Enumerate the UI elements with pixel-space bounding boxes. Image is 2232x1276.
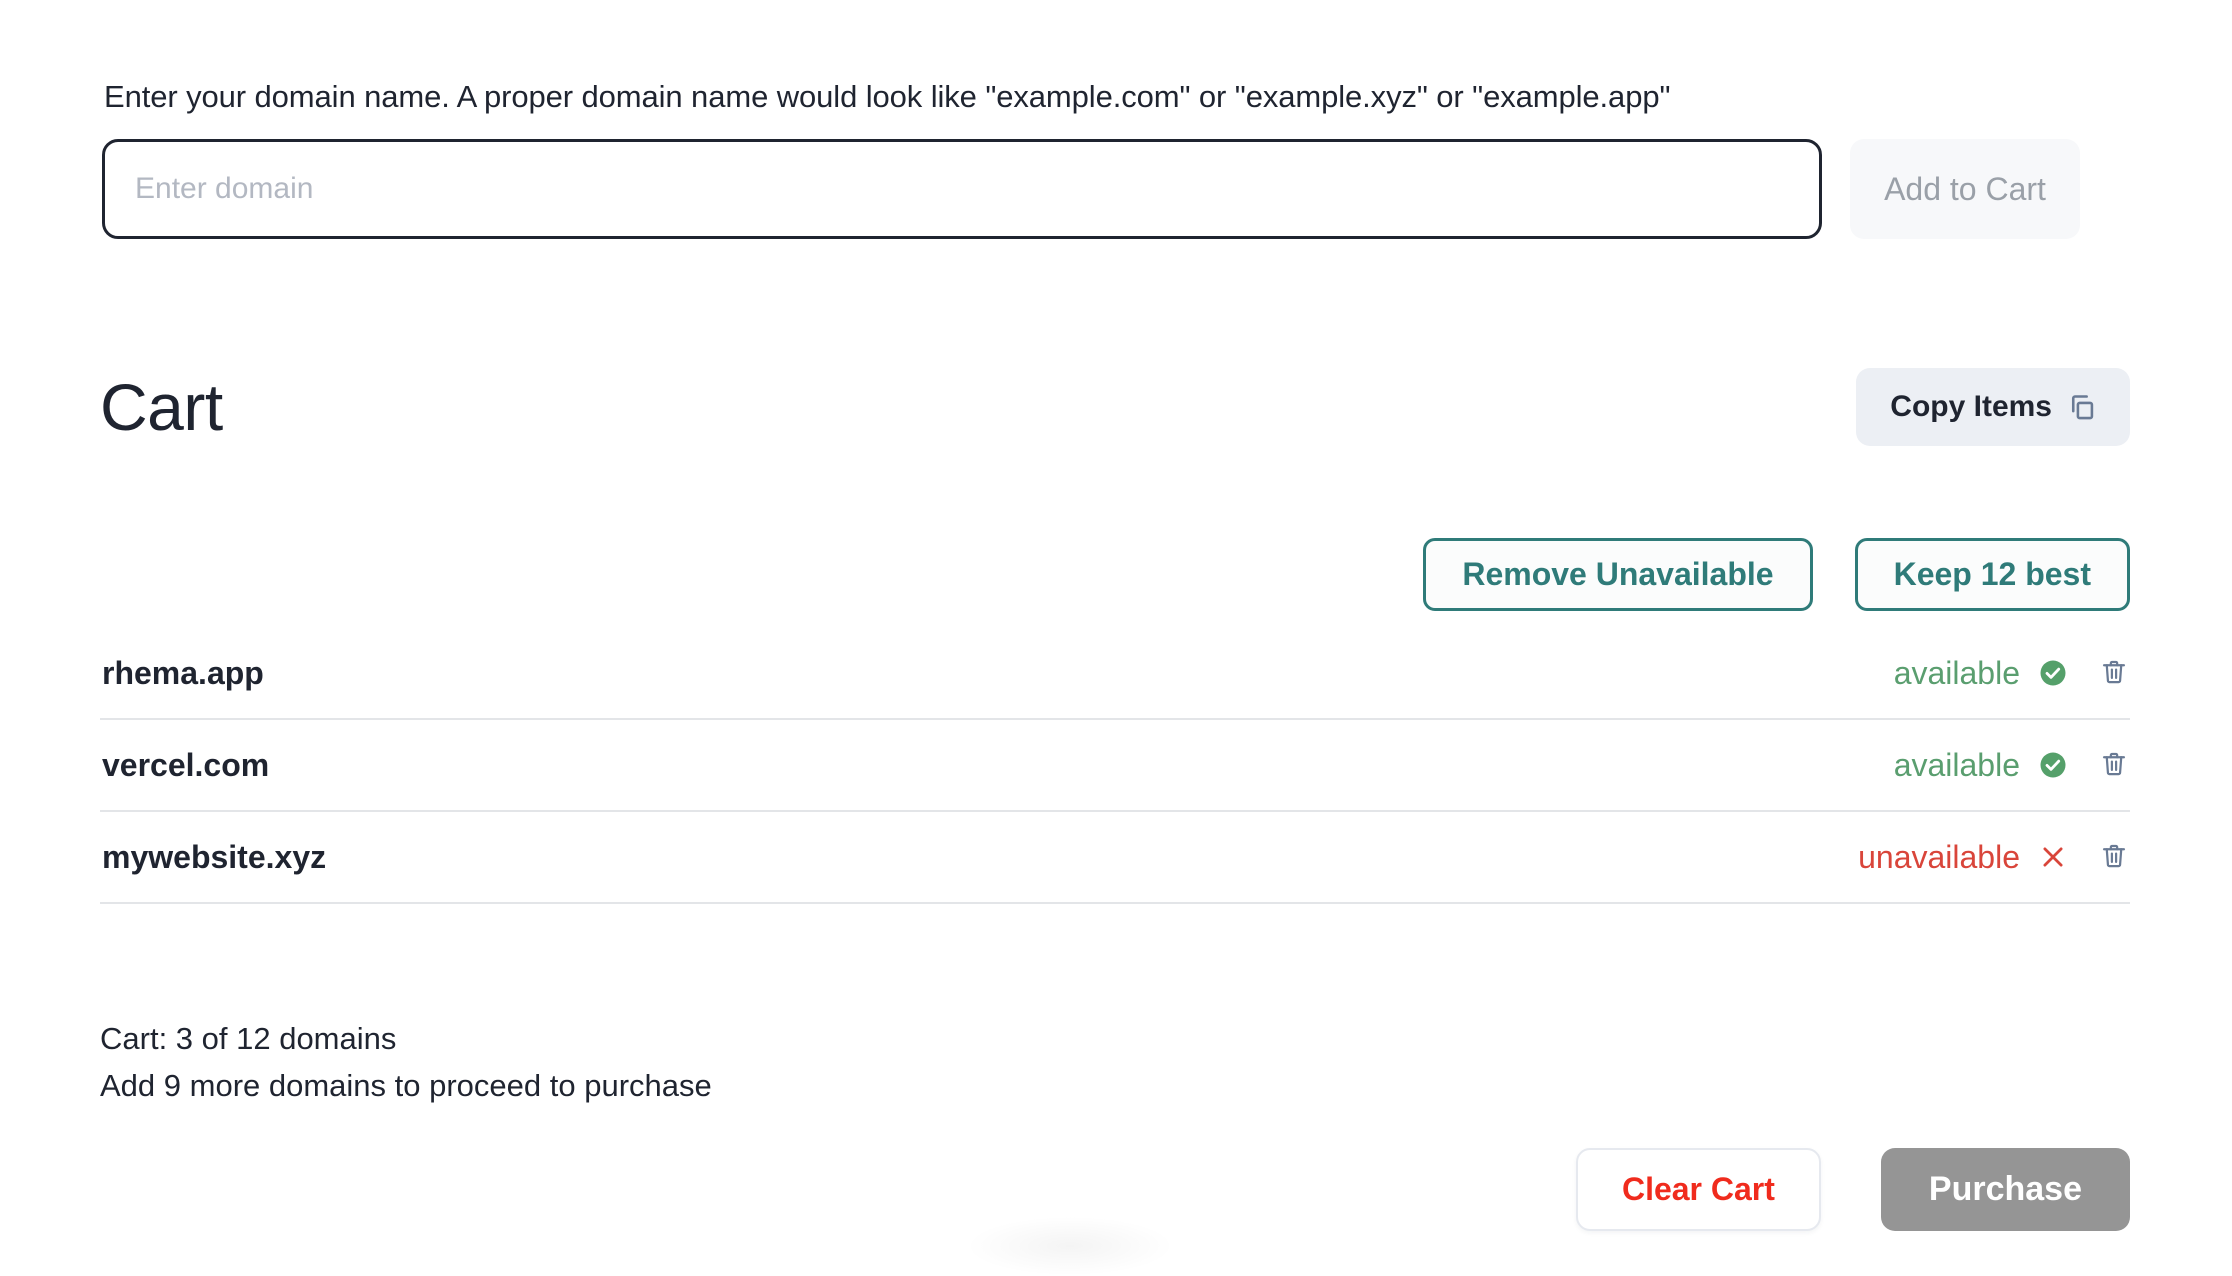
cart-count-text: Cart: 3 of 12 domains [100,1021,397,1056]
domain-search-row: Add to Cart [102,139,2130,240]
cart-filter-actions: Remove Unavailable Keep 12 best [100,538,2130,612]
table-row: vercel.com available [100,720,2130,812]
add-to-cart-button[interactable]: Add to Cart [1850,139,2080,240]
purchase-button[interactable]: Purchase [1880,1148,2130,1231]
table-row: mywebsite.xyz unavailable [100,812,2130,904]
domain-name: mywebsite.xyz [102,838,327,875]
copy-items-label: Copy Items [1890,390,2052,423]
status-badge: unavailable [1858,838,2020,875]
domain-hint-text: Enter your domain name. A proper domain … [104,79,1671,114]
domain-name: rhema.app [102,654,264,691]
cart-requirement-text: Add 9 more domains to proceed to purchas… [100,1067,712,1103]
status-badge: available [1893,654,2020,691]
domain-status-group: available [1894,747,2128,784]
x-icon [2038,842,2068,872]
delete-domain-button[interactable] [2086,658,2128,689]
table-row: rhema.app available [100,628,2130,720]
check-circle-icon [2038,750,2068,780]
domain-input[interactable] [102,139,1822,240]
page-title: Cart [100,370,223,444]
delete-domain-button[interactable] [2086,750,2128,781]
domain-search-section: Enter your domain name. A proper domain … [102,78,2130,240]
clear-cart-button[interactable]: Clear Cart [1575,1148,1821,1231]
domain-name: vercel.com [102,746,270,783]
trash-icon [2100,658,2128,689]
copy-icon [2068,393,2096,421]
cart-footer-actions: Clear Cart Purchase [100,1148,2130,1231]
domain-status-group: available [1894,655,2128,692]
trash-icon [2100,750,2128,781]
cart-domain-list: rhema.app available vercel.com available… [100,628,2130,904]
keep-best-button[interactable]: Keep 12 best [1854,538,2130,612]
copy-items-button[interactable]: Copy Items [1856,368,2130,446]
cart-header: Cart Copy Items [100,368,2130,446]
trash-icon [2100,842,2128,873]
status-badge: available [1893,746,2020,783]
check-circle-icon [2038,658,2068,688]
cart-summary: Cart: 3 of 12 domains Add 9 more domains… [100,1021,712,1115]
domain-cart-page: Enter your domain name. A proper domain … [0,0,2232,1276]
remove-unavailable-button[interactable]: Remove Unavailable [1423,538,1813,612]
delete-domain-button[interactable] [2086,842,2128,873]
domain-status-group: unavailable [1858,839,2128,876]
